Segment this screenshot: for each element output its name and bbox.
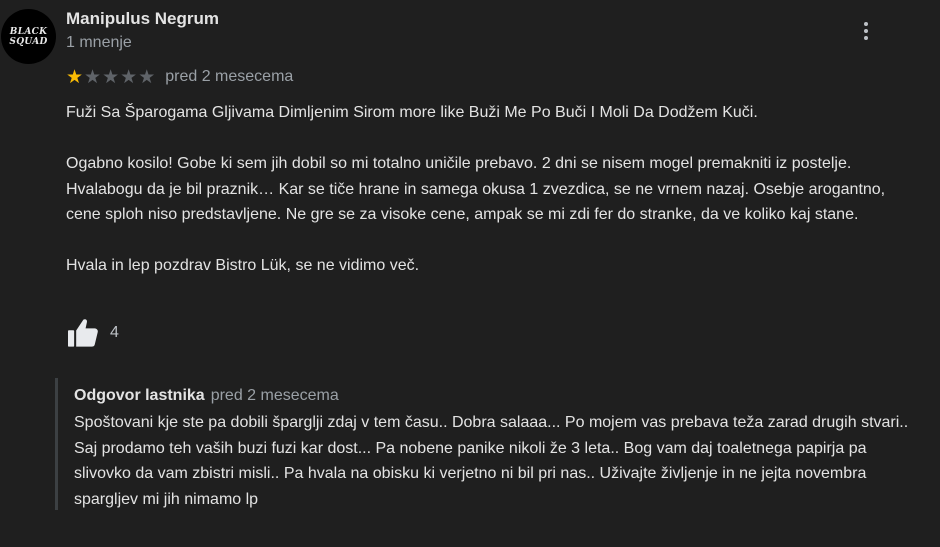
owner-reply-date: pred 2 mesecema xyxy=(210,387,339,404)
star-icon: ★ xyxy=(84,66,102,88)
like-button[interactable]: 4 xyxy=(66,318,119,348)
avatar-text-line2: SQUAD xyxy=(9,36,48,47)
review-card: BLACK SQUAD Manipulus Negrum 1 mnenje ★ ★… xyxy=(0,0,940,547)
star-icon: ★ xyxy=(120,66,138,88)
rating-row: ★ ★ ★ ★ ★ pred 2 mesecema xyxy=(66,66,293,88)
review-text: Fuži Sa Šparogama Gljivama Dimljenim Sir… xyxy=(66,100,906,279)
avatar[interactable]: BLACK SQUAD xyxy=(1,9,56,64)
star-icon: ★ xyxy=(66,66,84,88)
star-icon: ★ xyxy=(102,66,120,88)
more-options-button[interactable] xyxy=(852,17,880,45)
review-paragraph: Fuži Sa Šparogama Gljivama Dimljenim Sir… xyxy=(66,104,758,121)
thumbs-up-icon xyxy=(66,318,100,348)
owner-reply-header: Odgovor lastnika pred 2 mesecema xyxy=(74,387,339,405)
review-paragraph: Hvala in lep pozdrav Bistro Lük, se ne v… xyxy=(66,257,420,274)
author-name[interactable]: Manipulus Negrum xyxy=(66,9,219,29)
star-icon: ★ xyxy=(138,66,156,88)
star-rating: ★ ★ ★ ★ ★ xyxy=(66,67,155,87)
owner-reply-label: Odgovor lastnika xyxy=(74,387,205,404)
owner-reply: Odgovor lastnika pred 2 mesecema Spoštova… xyxy=(55,378,928,510)
like-count: 4 xyxy=(110,324,119,341)
review-date: pred 2 mesecema xyxy=(165,68,294,85)
avatar-text-line1: BLACK xyxy=(9,26,48,37)
review-paragraph: Ogabno kosilo! Gobe ki sem jih dobil so … xyxy=(66,155,886,223)
more-vert-icon xyxy=(864,22,868,40)
author-review-count: 1 mnenje xyxy=(66,34,132,51)
owner-reply-text: Spoštovani kje ste pa dobili šparglji zd… xyxy=(74,414,909,508)
